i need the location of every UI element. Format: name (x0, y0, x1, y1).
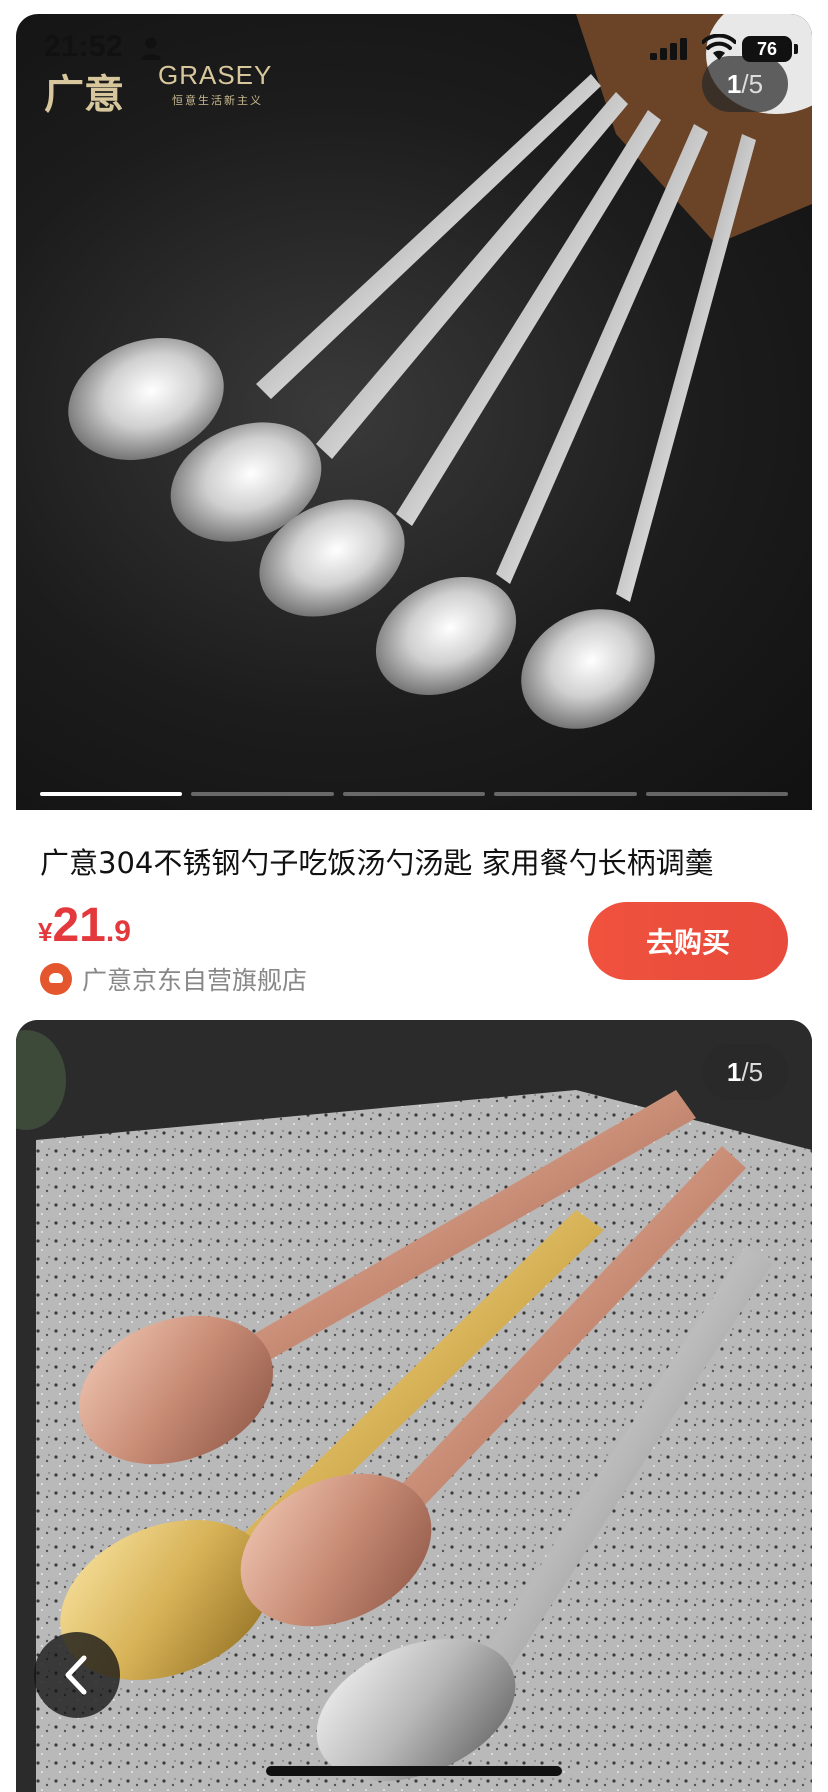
spoons-illustration (16, 1020, 812, 1792)
battery-tip (794, 44, 798, 54)
product-price: ¥21.9 (38, 898, 131, 953)
buy-button[interactable]: 去购买 (588, 902, 788, 980)
product-photo[interactable]: 1/5 (16, 1020, 812, 1792)
product-photo[interactable]: 广意 GRASEY 恒意生活新主义 1/5 (16, 14, 812, 810)
battery-indicator: 76 (742, 36, 792, 62)
price-currency: ¥ (38, 917, 53, 947)
progress-segment (494, 792, 637, 796)
image-counter-total: 5 (748, 1057, 764, 1087)
image-counter: 1/5 (702, 1044, 788, 1100)
progress-segment (40, 792, 183, 796)
progress-segment (645, 792, 789, 796)
progress-segment (342, 792, 486, 796)
chevron-left-icon (65, 1655, 87, 1695)
signal-icon (650, 38, 687, 60)
status-time: 21:52 (44, 30, 124, 63)
wifi-icon (702, 34, 736, 60)
product-card[interactable]: 广意 GRASEY 恒意生活新主义 1/5 广意304不锈钢勺子吃饭汤勺汤匙 家… (16, 14, 812, 1004)
back-button[interactable] (34, 1632, 120, 1718)
store-link[interactable]: 广意京东自营旗舰店 (40, 962, 307, 996)
image-counter-current: 1 (726, 1057, 742, 1087)
product-title[interactable]: 广意304不锈钢勺子吃饭汤勺汤匙 家用餐勺长柄调羹 (40, 840, 792, 882)
image-counter-separator: / (741, 1057, 749, 1087)
price-decimal: .9 (105, 915, 131, 948)
jd-store-icon (40, 963, 72, 995)
image-progress-indicator (40, 792, 789, 797)
home-indicator[interactable] (266, 1766, 562, 1776)
price-integer: 21 (52, 899, 106, 952)
product-card[interactable]: 1/5 (16, 1020, 812, 1792)
spoons-illustration (68, 14, 812, 729)
progress-segment (191, 792, 334, 796)
status-bar: 21:52 76 (0, 0, 828, 96)
person-icon (141, 37, 161, 60)
product-info: 广意304不锈钢勺子吃饭汤勺汤匙 家用餐勺长柄调羹 ¥21.9 广意京东自营旗舰… (16, 810, 812, 1004)
store-name: 广意京东自营旗舰店 (82, 966, 308, 995)
